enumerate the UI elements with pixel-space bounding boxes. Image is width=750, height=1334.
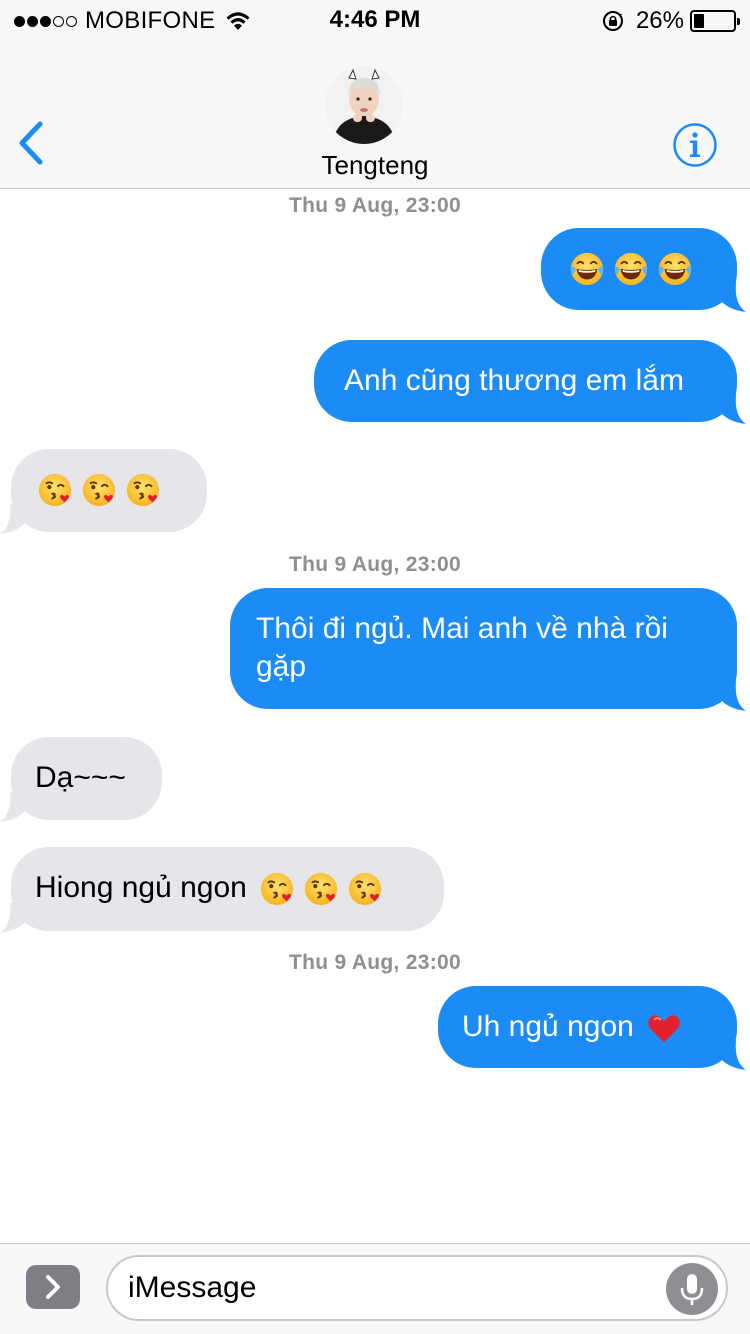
message-input[interactable]: iMessage (106, 1255, 728, 1321)
bubble-tail (722, 681, 746, 711)
timestamp: Thu 9 Aug, 23:00 (288, 951, 462, 974)
face-with-tears-of-joy-icon (656, 250, 694, 288)
microphone-button[interactable] (666, 1263, 718, 1315)
apps-button[interactable] (26, 1265, 80, 1309)
chevron-right-icon (46, 1275, 60, 1299)
outgoing-message[interactable]: Uh ngủ ngon (438, 986, 737, 1068)
battery-icon (690, 10, 740, 32)
incoming-message[interactable] (11, 449, 207, 532)
microphone-icon (680, 1274, 704, 1305)
contact-avatar[interactable] (325, 66, 403, 144)
bubble-tail (0, 903, 24, 933)
rotation-lock-icon (602, 11, 623, 31)
outgoing-message[interactable] (541, 228, 737, 310)
conversation-header: Tengteng (0, 40, 750, 189)
message-text: Hiong ngủ ngon (35, 871, 247, 904)
outgoing-message[interactable]: Thôi đi ngủ. Mai anh về nhà rồi gặp (230, 588, 737, 709)
face-blowing-kiss-icon (302, 870, 340, 908)
status-bar-right: 26% (602, 6, 740, 36)
message-text: Uh ngủ ngon (462, 1010, 634, 1043)
message-text-line: Thôi đi ngủ. Mai anh về nhà rồi (256, 612, 668, 645)
status-bar: MOBIFONE 4:46 PM 26% (0, 0, 750, 40)
face-blowing-kiss-icon (36, 471, 74, 509)
info-icon[interactable] (672, 122, 718, 168)
battery-percentage: 26% (635, 7, 684, 34)
face-with-tears-of-joy-icon (612, 250, 650, 288)
compose-bar: iMessage (0, 1243, 750, 1334)
bubble-tail (0, 792, 24, 822)
battery-level-fill (694, 14, 704, 28)
face-blowing-kiss-icon (258, 870, 296, 908)
incoming-message[interactable]: Hiong ngủ ngon (11, 847, 444, 931)
message-text: Anh cũng thương em lắm (344, 364, 684, 397)
bubble-tail (0, 504, 24, 534)
message-text: Dạ~~~ (35, 761, 126, 794)
face-blowing-kiss-icon (80, 471, 118, 509)
timestamp: Thu 9 Aug, 23:00 (288, 553, 462, 576)
message-text-line: gặp (256, 650, 307, 683)
message-input-placeholder: iMessage (128, 1271, 257, 1304)
face-blowing-kiss-icon (124, 471, 162, 509)
outgoing-message[interactable]: Anh cũng thương em lắm (314, 340, 737, 422)
incoming-message[interactable]: Dạ~~~ (11, 737, 162, 820)
red-heart-icon (645, 1009, 683, 1047)
bubble-tail (722, 282, 746, 312)
face-with-tears-of-joy-icon (568, 250, 606, 288)
bubble-tail (722, 1040, 746, 1070)
contact-name[interactable]: Tengteng (0, 150, 750, 181)
face-blowing-kiss-icon (346, 870, 384, 908)
bubble-tail (722, 394, 746, 424)
timestamp: Thu 9 Aug, 23:00 (288, 194, 462, 217)
